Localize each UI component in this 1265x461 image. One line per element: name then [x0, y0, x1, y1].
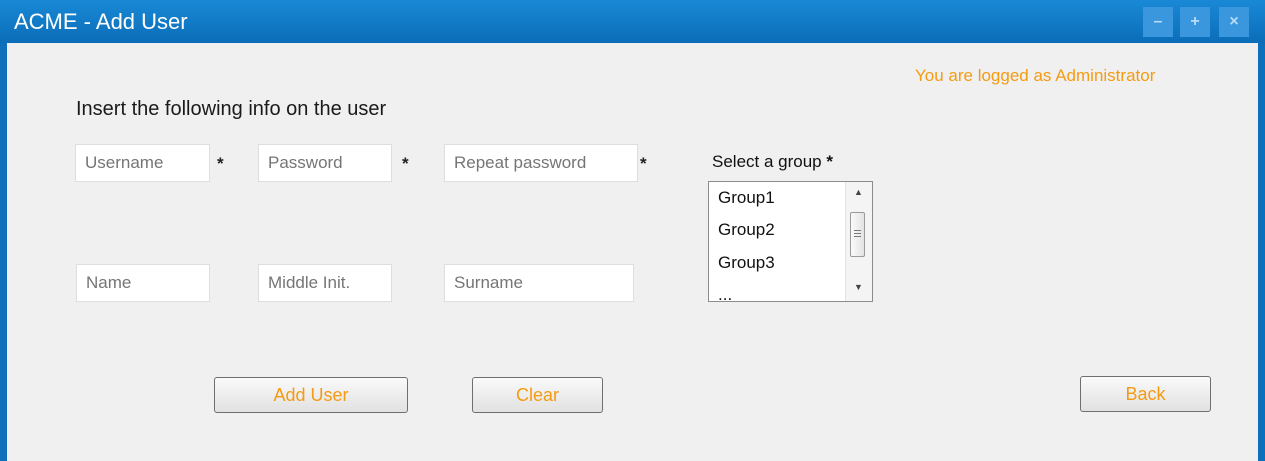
group-option[interactable]: Group3 [718, 253, 775, 273]
password-required-mark: * [402, 154, 409, 173]
repeat-password-required-mark: * [640, 154, 647, 173]
username-required-mark: * [217, 154, 224, 173]
group-option[interactable]: Group1 [718, 188, 775, 208]
form-instruction: Insert the following info on the user [76, 98, 387, 120]
repeat-password-field[interactable] [444, 144, 638, 182]
group-option[interactable]: Group2 [718, 220, 775, 240]
maximize-button[interactable]: + [1180, 7, 1210, 37]
close-button[interactable]: × [1219, 7, 1249, 37]
group-listbox-scrollbar[interactable]: ▲ ▼ [845, 182, 872, 301]
minimize-button[interactable]: – [1143, 7, 1173, 37]
add-user-button[interactable]: Add User [214, 377, 408, 413]
group-option[interactable]: ... [718, 285, 732, 301]
username-field[interactable] [75, 144, 210, 182]
middle-initial-field[interactable] [258, 264, 392, 302]
logged-status: You are logged as Administrator [915, 66, 1156, 85]
title-bar[interactable]: ACME - Add User – + × [0, 0, 1265, 43]
group-required-mark: * [826, 152, 833, 171]
add-user-window: ACME - Add User – + × You are logged as … [0, 0, 1265, 461]
back-button[interactable]: Back [1080, 376, 1211, 412]
scroll-down-arrow-icon[interactable]: ▼ [854, 282, 863, 292]
surname-field[interactable] [444, 264, 634, 302]
window-title: ACME - Add User [14, 9, 188, 34]
grip-line [854, 233, 861, 234]
scroll-thumb[interactable] [850, 212, 865, 257]
group-select-label: Select a group * [712, 152, 833, 171]
grip-line [854, 230, 861, 231]
clear-button[interactable]: Clear [472, 377, 603, 413]
password-field[interactable] [258, 144, 392, 182]
group-listbox[interactable]: Group1 Group2 Group3 ... ▲ ▼ [708, 181, 873, 302]
name-field[interactable] [76, 264, 210, 302]
scroll-up-arrow-icon[interactable]: ▲ [854, 187, 863, 197]
grip-line [854, 236, 861, 237]
